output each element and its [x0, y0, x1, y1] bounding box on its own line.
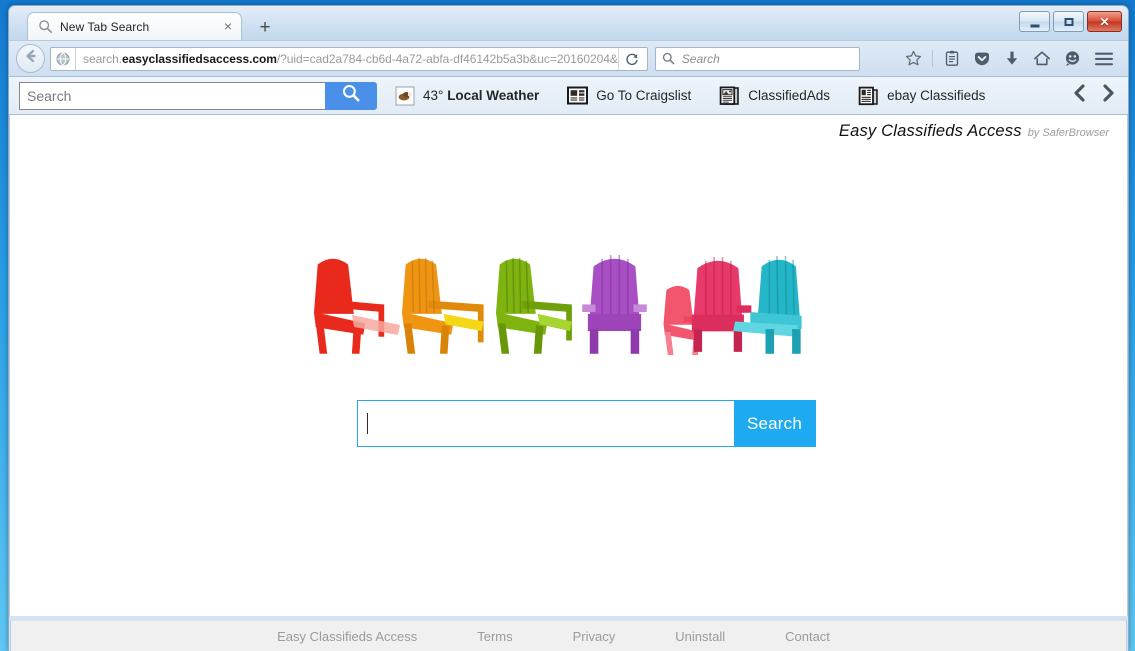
browser-window: New Tab Search × + ✕ search.easyclassifi…	[8, 5, 1129, 651]
newspaper-icon	[567, 86, 589, 105]
chair-red	[313, 257, 384, 354]
text-cursor	[367, 413, 368, 434]
search-input[interactable]: Search	[19, 81, 325, 110]
close-icon: ✕	[1099, 14, 1110, 29]
url-text: search.easyclassifiedsaccess.com/?uid=ca…	[83, 51, 618, 66]
new-tab-button[interactable]: +	[255, 18, 275, 38]
chair-green	[495, 257, 572, 354]
ext-item-ebay-classifieds[interactable]: ebay Classifieds	[858, 86, 985, 106]
brand-attribution: by SaferBrowser	[1027, 127, 1109, 139]
browser-tab-new-tab-search[interactable]: New Tab Search ×	[27, 12, 242, 40]
page-title: Easy Classifieds Access	[838, 122, 1022, 140]
ext-item-label: 43° Local Weather	[423, 88, 540, 103]
close-icon[interactable]: ×	[221, 19, 235, 34]
globe-icon[interactable]	[51, 47, 76, 70]
page-footer: Easy Classifieds Access Terms Privacy Un…	[10, 620, 1127, 651]
ext-item-label: ClassifiedAds	[748, 88, 831, 103]
weather-icon	[395, 86, 415, 106]
ext-item-go-to-craigslist[interactable]: Go To Craigslist	[567, 86, 691, 105]
search-icon	[656, 52, 682, 65]
classified-ads-icon	[719, 85, 740, 106]
maximize-icon	[1064, 17, 1073, 26]
colorful-adirondack-chairs-logo	[313, 255, 802, 355]
ext-item-label: Go To Craigslist	[596, 88, 692, 103]
pocket-icon[interactable]	[967, 46, 997, 72]
chair-teal	[732, 255, 802, 354]
chair-crimson	[691, 257, 751, 352]
chevron-right-icon[interactable]	[1101, 83, 1116, 108]
main-search-box: Search	[357, 400, 816, 447]
tab-strip: New Tab Search × + ✕	[9, 6, 1128, 41]
chevron-left-icon[interactable]	[1072, 83, 1087, 108]
sync-smiley-icon[interactable]	[1057, 46, 1087, 72]
minimize-button[interactable]	[1019, 11, 1050, 32]
downloads-icon[interactable]	[997, 46, 1027, 72]
close-window-button[interactable]: ✕	[1087, 11, 1122, 32]
main-search-input[interactable]	[358, 401, 734, 446]
ext-item-label: ebay Classifieds	[887, 88, 986, 103]
ext-item-classified-ads[interactable]: ClassifiedAds	[719, 85, 831, 106]
hero-logo-area	[10, 253, 1127, 363]
hamburger-menu-icon[interactable]	[1087, 46, 1121, 72]
back-button[interactable]	[16, 44, 45, 73]
search-icon	[341, 83, 361, 108]
footer-link-uninstall[interactable]: Uninstall	[645, 629, 755, 644]
url-bar[interactable]: search.easyclassifiedsaccess.com/?uid=ca…	[50, 46, 648, 71]
chair-orange	[401, 257, 484, 354]
navigation-toolbar: search.easyclassifiedsaccess.com/?uid=ca…	[9, 41, 1128, 77]
ext-item-local-weather[interactable]: 43° Local Weather	[395, 86, 539, 106]
footer-link-terms[interactable]: Terms	[447, 629, 542, 644]
extension-search: Search	[19, 81, 377, 110]
toolbar-divider	[932, 50, 933, 67]
reload-icon[interactable]	[617, 47, 645, 70]
minimize-icon	[1030, 24, 1039, 27]
extension-toolbar: Search 43° Local Weather Go To Craigslis…	[9, 77, 1128, 115]
back-arrow-icon	[23, 48, 39, 69]
footer-link-contact[interactable]: Contact	[755, 629, 860, 644]
footer-link-home[interactable]: Easy Classifieds Access	[277, 629, 447, 644]
browser-search-bar[interactable]: Search	[654, 46, 860, 71]
home-icon[interactable]	[1027, 46, 1057, 72]
bookmark-star-icon[interactable]	[898, 46, 928, 72]
tab-title: New Tab Search	[60, 19, 150, 34]
page-content: Easy Classifieds Access by SaferBrowser	[9, 115, 1128, 616]
ebay-classifieds-icon	[858, 86, 879, 106]
maximize-button[interactable]	[1053, 11, 1084, 32]
search-icon	[38, 19, 53, 34]
main-search-button[interactable]: Search	[734, 401, 815, 446]
reading-list-icon[interactable]	[937, 46, 967, 72]
brand-header: Easy Classifieds Access by SaferBrowser	[839, 122, 1109, 141]
toolbar-icons	[870, 46, 1121, 72]
chair-purple	[581, 255, 647, 354]
footer-link-privacy[interactable]: Privacy	[543, 629, 646, 644]
window-controls: ✕	[1019, 11, 1122, 32]
search-button[interactable]	[325, 81, 377, 110]
browser-search-placeholder: Search	[681, 51, 720, 66]
extension-nav-arrows	[1072, 83, 1122, 108]
